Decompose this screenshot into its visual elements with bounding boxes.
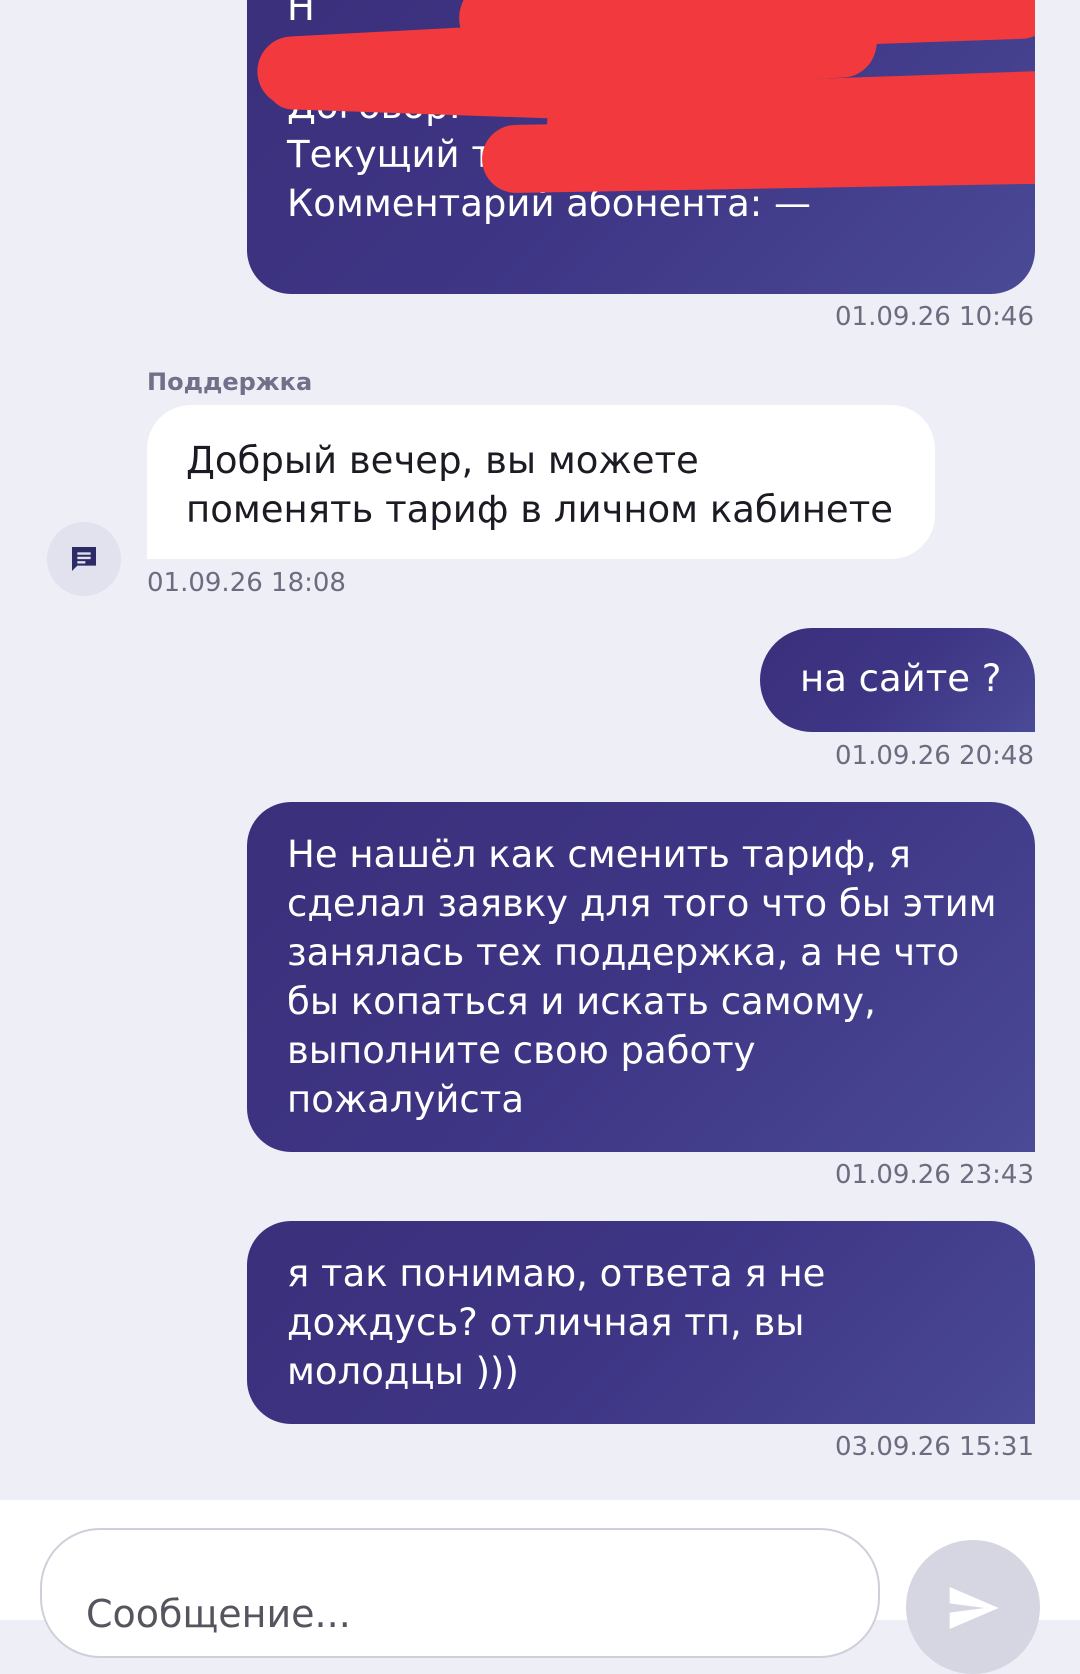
- message-timestamp: 01.09.26 23:43: [835, 1160, 1034, 1190]
- message-bubble-outgoing[interactable]: Абонент: Н Логин: Договор: Текущий тариф…: [247, 0, 1035, 294]
- chat-message-icon: [72, 547, 96, 571]
- message-bubble-outgoing[interactable]: я так понимаю, ответа я не дождусь? отли…: [247, 1221, 1035, 1424]
- send-button[interactable]: [906, 1540, 1040, 1674]
- message-timestamp: 01.09.26 18:08: [147, 568, 346, 598]
- redaction-mark: [481, 114, 1035, 194]
- support-avatar: [47, 522, 121, 596]
- composer-bar: [0, 1500, 1080, 1674]
- message-text: я так понимаю, ответа я не дождусь? отли…: [287, 1252, 826, 1393]
- message-text: на сайте ?: [800, 657, 1002, 700]
- message-timestamp: 01.09.26 20:48: [835, 741, 1034, 771]
- message-timestamp: 01.09.26 10:46: [835, 302, 1034, 332]
- message-text: Не нашёл как сменить тариф, я сделал зая…: [287, 833, 997, 1121]
- message-text: Добрый вечер, вы можете поменять тариф в…: [186, 439, 894, 531]
- message-input[interactable]: [40, 1528, 880, 1658]
- chat-history[interactable]: Абонент: Н Логин: Договор: Текущий тариф…: [0, 0, 1080, 1500]
- message-bubble-outgoing[interactable]: на сайте ?: [760, 628, 1035, 732]
- message-bubble-outgoing[interactable]: Не нашёл как сменить тариф, я сделал зая…: [247, 802, 1035, 1152]
- send-icon: [949, 1587, 999, 1629]
- sender-name: Поддержка: [147, 368, 313, 396]
- message-bubble-incoming[interactable]: Добрый вечер, вы можете поменять тариф в…: [147, 405, 935, 559]
- message-timestamp: 03.09.26 15:31: [835, 1432, 1034, 1462]
